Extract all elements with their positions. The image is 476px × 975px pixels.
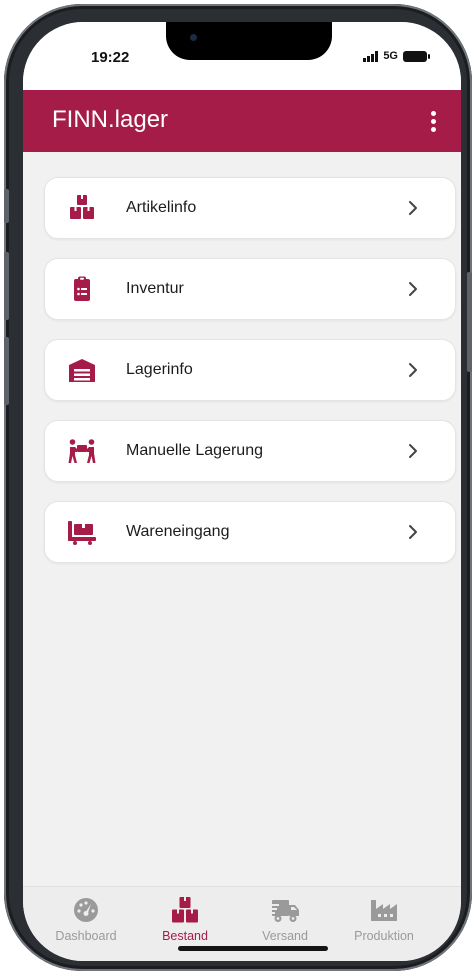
nav-tab-versand[interactable]: Versand	[237, 893, 333, 953]
factory-icon	[371, 900, 397, 921]
battery-icon	[403, 50, 430, 62]
app-title: FINN.lager	[52, 106, 169, 133]
dolly-flatbed-icon	[68, 519, 96, 545]
kebab-dot	[430, 110, 436, 116]
chevron-right-icon	[409, 444, 417, 458]
menu-item-wareneingang[interactable]: Wareneingang	[44, 501, 456, 563]
status-time: 19:22	[91, 49, 130, 66]
nav-label: Produktion	[354, 929, 414, 943]
more-options-button[interactable]	[419, 107, 447, 135]
menu-item-label: Wareneingang	[126, 523, 230, 540]
people-carry-box-icon	[68, 438, 96, 464]
camera-icon	[190, 34, 197, 41]
nav-tab-dashboard[interactable]: Dashboard	[38, 893, 134, 953]
home-indicator[interactable]	[178, 946, 328, 951]
menu-list: Artikelinfo Inventur Lagerinfo Manuelle …	[44, 177, 456, 582]
nav-tab-bestand[interactable]: Bestand	[137, 893, 233, 953]
clipboard-list-icon	[68, 276, 96, 302]
signal-icon	[363, 50, 379, 62]
gauge-icon	[74, 898, 98, 922]
menu-item-label: Inventur	[126, 280, 184, 297]
status-indicators: 5G	[363, 50, 430, 62]
boxes-icon	[172, 897, 198, 923]
truck-icon	[269, 900, 299, 922]
chevron-right-icon	[409, 363, 417, 377]
chevron-right-icon	[409, 525, 417, 539]
bottom-navigation: Dashboard Bestand Versand Produktion	[23, 886, 461, 961]
app-bar: FINN.lager	[23, 90, 461, 152]
menu-item-inventur[interactable]: Inventur	[44, 258, 456, 320]
screen: 19:22 5G FINN.lager Artikelinfo Inventur…	[23, 22, 461, 961]
chevron-right-icon	[409, 282, 417, 296]
kebab-dot	[430, 118, 436, 124]
mute-switch	[4, 189, 9, 223]
nav-tab-produktion[interactable]: Produktion	[336, 893, 432, 953]
notch	[166, 22, 332, 60]
nav-label: Versand	[262, 929, 308, 943]
menu-item-manuelle-lagerung[interactable]: Manuelle Lagerung	[44, 420, 456, 482]
status-bar: 19:22 5G	[23, 22, 461, 90]
menu-item-label: Manuelle Lagerung	[126, 442, 263, 459]
kebab-dot	[430, 126, 436, 132]
boxes-icon	[68, 195, 96, 221]
chevron-right-icon	[409, 201, 417, 215]
volume-down-button	[4, 337, 9, 405]
network-label: 5G	[383, 50, 398, 62]
warehouse-icon	[68, 357, 96, 383]
menu-item-label: Artikelinfo	[126, 199, 197, 216]
menu-item-lagerinfo[interactable]: Lagerinfo	[44, 339, 456, 401]
phone-frame: 19:22 5G FINN.lager Artikelinfo Inventur…	[4, 4, 472, 971]
nav-label: Bestand	[162, 929, 208, 943]
volume-up-button	[4, 252, 9, 320]
main-content: Artikelinfo Inventur Lagerinfo Manuelle …	[23, 152, 461, 886]
menu-item-label: Lagerinfo	[126, 361, 193, 378]
menu-item-artikelinfo[interactable]: Artikelinfo	[44, 177, 456, 239]
nav-label: Dashboard	[55, 929, 117, 943]
power-button	[467, 272, 472, 372]
